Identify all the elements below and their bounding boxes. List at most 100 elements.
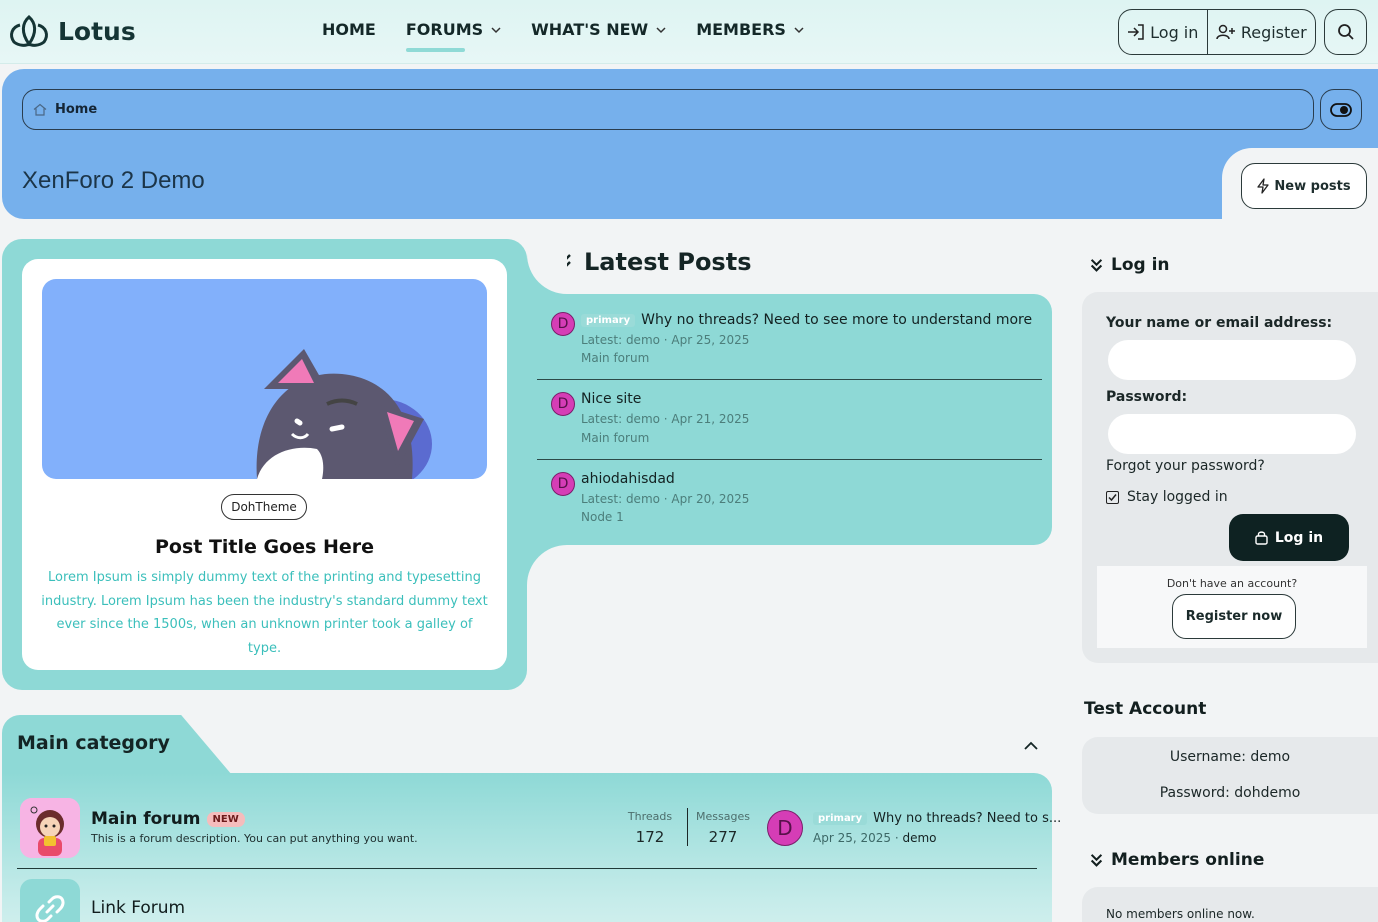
chevron-down-icon[interactable]: [794, 25, 804, 35]
latest-posts-title: Latest Posts: [584, 248, 752, 276]
register-button[interactable]: Register: [1208, 10, 1315, 54]
password-label: Password:: [1106, 389, 1188, 405]
latest-posts-heading: Latest Posts: [556, 248, 751, 276]
row-divider: [17, 868, 1037, 869]
latest-post-title[interactable]: Nice site: [581, 391, 641, 407]
featured-post-title[interactable]: Post Title Goes Here: [22, 536, 507, 558]
latest-post-item[interactable]: D Nice site Latest: demo · Apr 21, 2025 …: [537, 380, 1042, 460]
post-tag[interactable]: DohTheme: [221, 494, 307, 520]
latest-post-meta: Latest: demo · Apr 25, 2025: [581, 333, 750, 347]
no-account-text: Don't have an account?: [1166, 577, 1298, 590]
stay-logged-in-label: Stay logged in: [1127, 489, 1228, 505]
featured-post-description: Lorem Ipsum is simply dummy text of the …: [41, 570, 488, 656]
nav-whats-new[interactable]: WHAT'S NEW: [531, 20, 666, 39]
chevron-down-icon[interactable]: [656, 25, 666, 35]
threads-count: 172: [635, 828, 665, 846]
register-now-button[interactable]: Register now: [1172, 594, 1296, 639]
nav-home[interactable]: HOME: [322, 20, 376, 39]
new-badge: NEW: [206, 811, 245, 827]
thread-prefix: primary: [813, 812, 868, 825]
threads-label: Threads: [627, 810, 673, 823]
last-post-meta: Apr 25, 2025 · demo: [813, 831, 937, 845]
last-post-title-text[interactable]: Why no threads? Need to s...: [873, 811, 1061, 826]
messages-count: 277: [708, 828, 738, 846]
name-label: Your name or email address:: [1106, 315, 1333, 331]
nav-members-label: MEMBERS: [696, 20, 786, 39]
site-logo[interactable]: Lotus: [6, 13, 136, 49]
forum-title[interactable]: Main forum NEW: [91, 809, 245, 829]
breadcrumb-home[interactable]: Home: [55, 102, 97, 117]
messages-label: Messages: [696, 810, 750, 823]
bolt-icon: [1257, 178, 1270, 194]
forum-title-text[interactable]: Main forum: [91, 809, 201, 829]
nav-home-label: HOME: [322, 20, 376, 39]
members-online-text: No members online now.: [1106, 907, 1255, 921]
stay-logged-in-checkbox[interactable]: [1106, 490, 1119, 504]
test-password: Password: dohdemo: [1159, 785, 1301, 801]
stat-divider: [687, 808, 688, 846]
last-post-user[interactable]: demo: [902, 831, 936, 845]
password-input[interactable]: [1108, 414, 1356, 454]
members-online-heading: Members online: [1090, 850, 1264, 870]
last-post-title[interactable]: primary Why no threads? Need to s...: [813, 811, 1061, 826]
latest-post-forum[interactable]: Main forum: [581, 431, 649, 445]
user-plus-icon: [1216, 24, 1235, 40]
nav-forums-label: FORUMS: [405, 20, 484, 39]
avatar[interactable]: D: [551, 472, 575, 496]
avatar[interactable]: D: [767, 810, 803, 846]
latest-post-title-text[interactable]: Why no threads? Need to see more to unde…: [641, 312, 1032, 328]
double-chevron-down-icon: [1090, 258, 1103, 272]
lotus-logo-icon: [10, 15, 48, 47]
page-title: XenForo 2 Demo: [22, 167, 205, 194]
auth-buttons: Log in Register: [1118, 9, 1316, 55]
sleeping-cat-illustration: [256, 349, 432, 479]
latest-post-item[interactable]: D ahiodahisdad Latest: demo · Apr 20, 20…: [537, 460, 1042, 540]
name-input[interactable]: [1108, 340, 1356, 380]
latest-post-forum[interactable]: Node 1: [581, 510, 624, 524]
forgot-password-link[interactable]: Forgot your password?: [1106, 458, 1265, 474]
latest-post-title[interactable]: ahiodahisdad: [581, 471, 675, 487]
login-widget-title: Log in: [1111, 255, 1170, 275]
latest-post-forum[interactable]: Main forum: [581, 351, 649, 365]
latest-post-item[interactable]: D primary Why no threads? Need to see mor…: [537, 300, 1042, 380]
stay-logged-in[interactable]: Stay logged in: [1106, 489, 1228, 505]
chevron-up-icon[interactable]: [1022, 737, 1040, 755]
theme-toggle-button[interactable]: [1320, 89, 1362, 130]
link-icon: [35, 895, 65, 922]
latest-post-meta: Latest: demo · Apr 21, 2025: [581, 412, 750, 426]
lock-icon: [1255, 531, 1268, 545]
sign-in-icon: [1128, 24, 1144, 40]
checkmark-icon: [1108, 493, 1117, 501]
login-submit-button[interactable]: Log in: [1229, 514, 1349, 561]
link-forum-icon[interactable]: [20, 879, 80, 922]
nav-forums[interactable]: FORUMS: [405, 20, 501, 52]
breadcrumb: Home: [22, 89, 1314, 130]
link-forum-title[interactable]: Link Forum: [91, 898, 185, 918]
members-online-title[interactable]: Members online: [1111, 850, 1264, 870]
nav-whats-new-label: WHAT'S NEW: [531, 20, 649, 39]
toggle-icon: [1330, 102, 1352, 117]
search-icon: [1337, 24, 1354, 40]
forum-icon[interactable]: [20, 798, 80, 858]
new-posts-button[interactable]: New posts: [1241, 163, 1367, 209]
latest-post-title[interactable]: primary Why no threads? Need to see more …: [581, 312, 1032, 328]
login-widget-heading: Log in: [1090, 255, 1170, 275]
logo-text: Lotus: [58, 16, 136, 46]
chevron-down-icon[interactable]: [491, 25, 501, 35]
nav-members[interactable]: MEMBERS: [696, 20, 804, 39]
avatar[interactable]: D: [551, 392, 575, 416]
search-button[interactable]: [1324, 9, 1367, 55]
main-nav: HOME FORUMS WHAT'S NEW MEMBERS: [322, 20, 834, 52]
category-title[interactable]: Main category: [17, 732, 170, 754]
forum-description: This is a forum description. You can put…: [91, 832, 418, 845]
last-post-date: Apr 25, 2025 ·: [813, 831, 903, 845]
login-label: Log in: [1150, 22, 1199, 42]
login-button[interactable]: Log in: [1119, 10, 1208, 54]
girl-avatar-icon: [20, 798, 80, 858]
register-label: Register: [1240, 22, 1307, 42]
avatar[interactable]: D: [551, 312, 575, 336]
latest-post-meta: Latest: demo · Apr 20, 2025: [581, 492, 750, 506]
home-icon: [33, 103, 47, 116]
thread-prefix: primary: [581, 314, 636, 327]
featured-image[interactable]: [42, 279, 487, 479]
